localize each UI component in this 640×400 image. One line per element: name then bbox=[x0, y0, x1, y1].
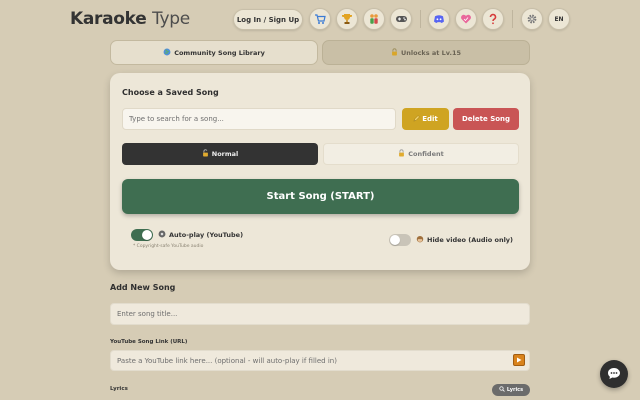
logo-main-text: Karaoke bbox=[70, 9, 147, 29]
cart-icon[interactable] bbox=[309, 8, 331, 30]
add-song-title: Add New Song bbox=[110, 283, 176, 292]
header-divider bbox=[512, 10, 513, 28]
mode-label: Confident bbox=[408, 150, 444, 158]
lyrics-search-button[interactable]: Lyrics bbox=[492, 384, 530, 396]
gear-icon[interactable] bbox=[521, 8, 543, 30]
hide-video-option: Hide video (Audio only) bbox=[416, 235, 513, 245]
hide-video-label: Hide video (Audio only) bbox=[427, 236, 514, 244]
app-logo[interactable]: Karaoke Type bbox=[70, 9, 190, 29]
lock-icon bbox=[391, 47, 398, 58]
youtube-link-label: YouTube Song Link (URL) bbox=[110, 339, 188, 345]
tab-label: Community Song Library bbox=[174, 48, 265, 57]
heart-icon[interactable] bbox=[455, 8, 477, 30]
youtube-link-input[interactable] bbox=[110, 350, 530, 371]
header-divider bbox=[420, 10, 421, 28]
play-icon[interactable] bbox=[513, 354, 525, 366]
search-icon bbox=[499, 386, 505, 394]
lyrics-button-label: Lyrics bbox=[506, 387, 524, 393]
toggle-knob bbox=[142, 230, 152, 240]
song-search-input[interactable] bbox=[122, 108, 396, 130]
mode-normal-button[interactable]: Normal bbox=[122, 143, 318, 165]
autoplay-option: Auto-play (YouTube) bbox=[158, 230, 243, 240]
chat-icon bbox=[607, 365, 621, 384]
see-no-evil-monkey-icon bbox=[416, 235, 424, 245]
record-icon bbox=[158, 230, 166, 240]
edit-button[interactable]: Edit bbox=[402, 108, 449, 130]
mode-label: Normal bbox=[211, 150, 239, 158]
language-button[interactable]: EN bbox=[548, 8, 570, 30]
card-title: Choose a Saved Song bbox=[122, 88, 219, 97]
tab-locked-unlock[interactable]: Unlocks at Lv.15 bbox=[322, 40, 530, 65]
start-song-button[interactable]: Start Song (START) bbox=[122, 179, 519, 214]
lyrics-label: Lyrics bbox=[110, 386, 128, 392]
edit-label: Edit bbox=[422, 115, 438, 123]
hide-video-toggle[interactable] bbox=[389, 234, 411, 246]
login-button[interactable]: Log In / Sign Up bbox=[233, 9, 303, 30]
delete-song-button[interactable]: Delete Song bbox=[453, 108, 519, 130]
logo-accent-text: Type bbox=[152, 9, 190, 29]
autoplay-hint: * Copyright-safe YouTube audio bbox=[133, 244, 204, 249]
mode-confident-button[interactable]: Confident bbox=[323, 143, 519, 165]
tab-label: Unlocks at Lv.15 bbox=[400, 48, 462, 57]
gamepad-icon[interactable] bbox=[390, 8, 412, 30]
chat-bubble-button[interactable] bbox=[600, 360, 628, 388]
people-icon[interactable] bbox=[363, 8, 385, 30]
autoplay-label: Auto-play (YouTube) bbox=[169, 231, 244, 239]
autoplay-toggle[interactable] bbox=[131, 229, 153, 241]
globe-icon bbox=[163, 48, 171, 58]
discord-icon[interactable] bbox=[428, 8, 450, 30]
saved-song-card: Choose a Saved Song Edit Delete Song Nor… bbox=[110, 73, 530, 270]
pencil-icon bbox=[413, 114, 420, 124]
lock-icon bbox=[398, 149, 405, 159]
toggle-knob bbox=[390, 235, 400, 245]
lock-open-icon bbox=[202, 149, 209, 159]
question-icon[interactable] bbox=[482, 8, 504, 30]
trophy-icon[interactable] bbox=[336, 8, 358, 30]
tab-community-library[interactable]: Community Song Library bbox=[110, 40, 318, 65]
language-label: EN bbox=[554, 15, 564, 23]
song-title-input[interactable] bbox=[110, 303, 530, 325]
